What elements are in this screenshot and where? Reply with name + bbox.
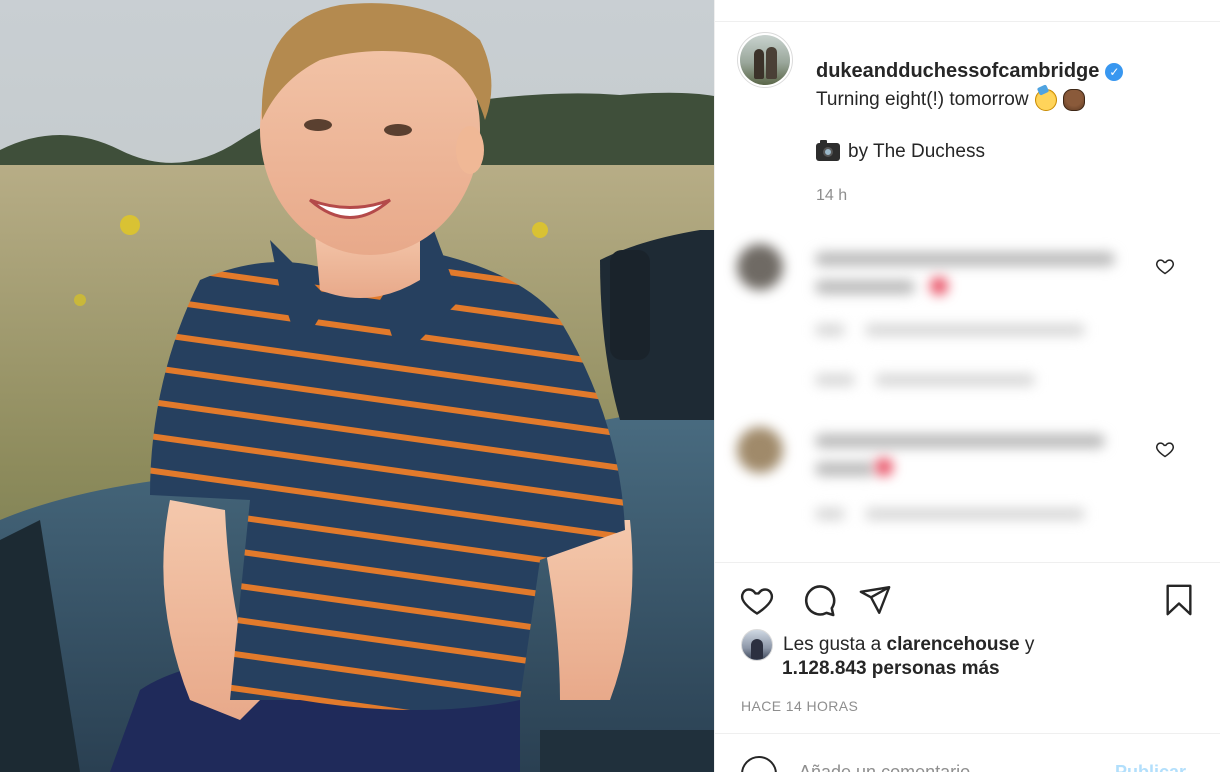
share-button[interactable]: [855, 580, 895, 620]
likes-count-link[interactable]: 1.128.843 personas más: [782, 658, 1000, 680]
comment-input[interactable]: Añade un comentario...: [799, 762, 985, 772]
likes-summary: Les gusta a clarencehouse y: [741, 629, 1034, 661]
likes-suffix: y: [1024, 634, 1035, 655]
cake-emoji-icon: [1062, 89, 1085, 111]
post-age[interactable]: HACE 14 HORAS: [741, 698, 858, 714]
comment-meta-blurred: [865, 324, 1085, 336]
likes-prefix: Les gusta a: [783, 634, 882, 655]
speech-bubble-icon: [804, 585, 836, 617]
comment-text-blurred: [815, 434, 1105, 448]
author-username[interactable]: dukeandduchessofcambridge: [816, 60, 1099, 83]
comment-meta-blurred: [815, 508, 845, 520]
comment-text-blurred: [815, 280, 915, 294]
like-button[interactable]: [737, 580, 777, 620]
comment-text-blurred: [815, 462, 875, 476]
post-photo[interactable]: [0, 0, 714, 772]
caption-timestamp[interactable]: 14 h: [816, 187, 847, 205]
comment-meta-blurred: [865, 508, 1085, 520]
caption: dukeandduchessofcambridge ✓ Turning eigh…: [816, 60, 1206, 163]
heart-icon: [740, 588, 774, 615]
comments-list: [715, 222, 1220, 562]
liker-username[interactable]: clarencehouse: [887, 634, 1020, 655]
panel-topbar: [715, 0, 1220, 22]
comment-like-heart-icon[interactable]: [1155, 439, 1175, 459]
comment-composer: Añade un comentario... Publicar: [715, 733, 1220, 772]
post-side-panel: dukeandduchessofcambridge ✓ Turning eigh…: [714, 0, 1220, 772]
instagram-post-view: dukeandduchessofcambridge ✓ Turning eigh…: [0, 0, 1220, 772]
comment-text-blurred: [815, 252, 1115, 266]
liker-avatar[interactable]: [741, 629, 773, 661]
photo-illustration: [0, 0, 714, 772]
comment-replies-blurred: [875, 374, 1035, 386]
emoji-picker-icon[interactable]: [741, 756, 777, 772]
post-actions-section: Les gusta a clarencehouse y 1.128.843 pe…: [715, 562, 1220, 722]
caption-text-line1: Turning eight(!) tomorrow: [816, 89, 1029, 110]
paper-plane-icon: [859, 586, 891, 614]
comment-meta-blurred: [815, 324, 845, 336]
comment-emoji-blurred: [875, 458, 893, 476]
verified-badge-icon: ✓: [1105, 62, 1124, 81]
camera-emoji-icon: [816, 140, 840, 161]
comment-like-heart-icon[interactable]: [1155, 256, 1175, 276]
caption-text-line2: by The Duchess: [848, 141, 985, 162]
comment-avatar: [737, 427, 783, 473]
author-avatar[interactable]: [737, 32, 793, 88]
party-face-emoji-icon: [1034, 89, 1057, 111]
bookmark-icon: [1166, 584, 1192, 616]
publish-button[interactable]: Publicar: [1115, 762, 1186, 772]
comment-replies-blurred: [815, 374, 855, 386]
comment-button[interactable]: [799, 580, 839, 620]
save-button[interactable]: [1159, 580, 1199, 620]
comment-emoji-blurred: [930, 277, 948, 295]
comment-avatar: [737, 244, 783, 290]
